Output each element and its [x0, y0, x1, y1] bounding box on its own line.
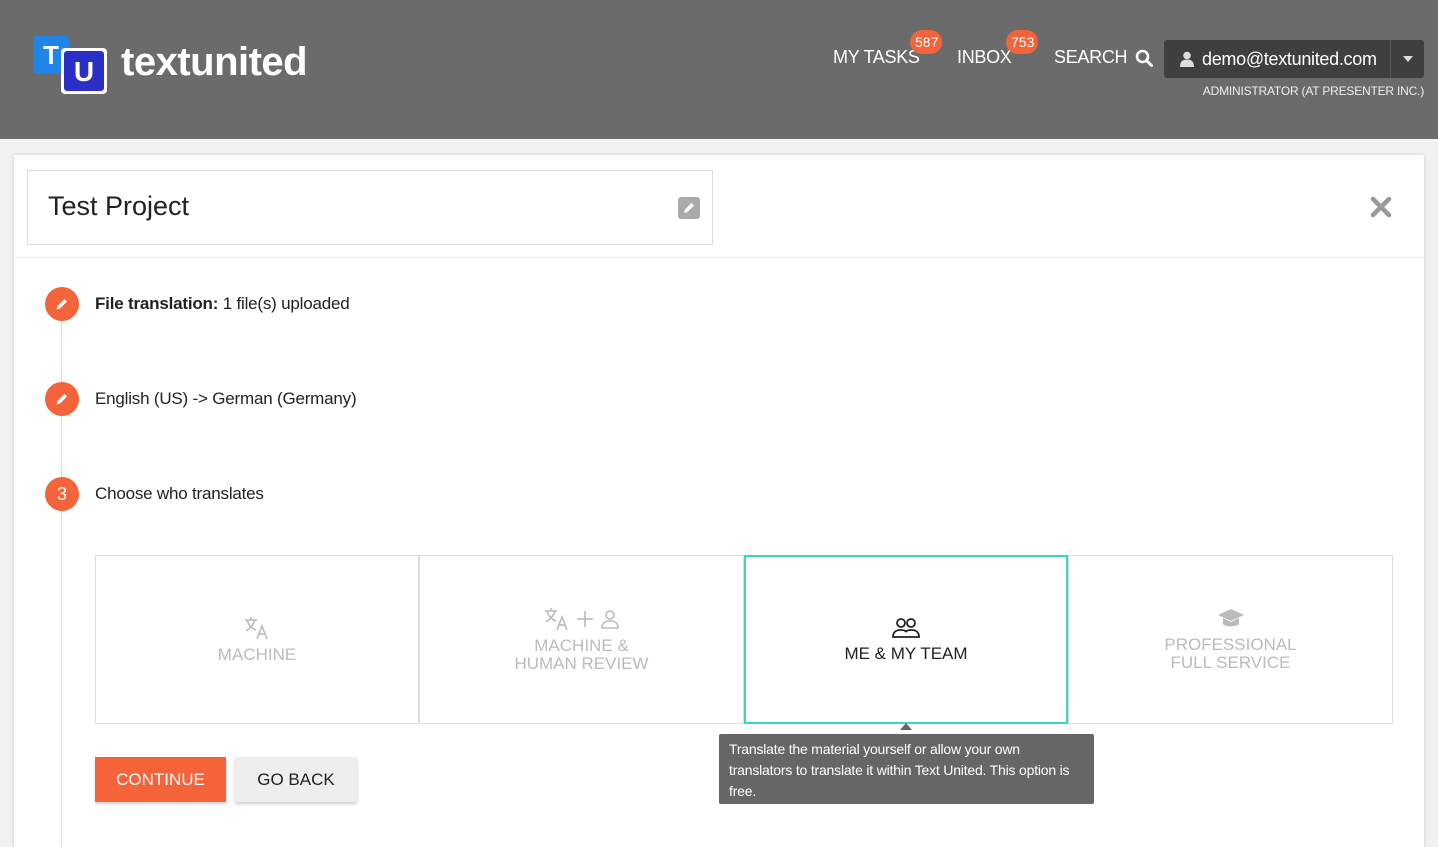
search-label: SEARCH [1054, 47, 1128, 67]
project-title: Test Project [48, 191, 190, 221]
option-professional-full-service[interactable]: PROFESSIONAL FULL SERVICE [1068, 555, 1393, 724]
step-1-pencil-icon[interactable] [45, 287, 79, 321]
continue-button[interactable]: CONTINUE [95, 757, 226, 802]
option-machine-label: MACHINE [217, 644, 297, 664]
team-icon [891, 617, 921, 639]
option-mhr-line1: MACHINE & [534, 635, 629, 655]
option-machine-human-review[interactable]: MACHINE & HUMAN REVIEW [419, 555, 744, 724]
option-pfs-line1: PROFESSIONAL [1164, 634, 1297, 654]
nav-search[interactable]: SEARCH [1054, 47, 1154, 68]
option-me-my-team-label: ME & MY TEAM [844, 643, 968, 663]
step-3-label: Choose who translates [95, 484, 264, 503]
nav-my-tasks[interactable]: MY TASKS [833, 47, 920, 68]
project-wizard-card: Test Project File translation: 1 file(s)… [14, 155, 1424, 847]
logo-u: U [64, 51, 104, 91]
go-back-button[interactable]: GO BACK [235, 757, 357, 802]
search-icon [1135, 49, 1154, 67]
step-2-label: English (US) -> German (Germany) [95, 389, 357, 408]
step-2-pencil-icon[interactable] [45, 382, 79, 416]
chevron-down-icon[interactable] [1390, 40, 1424, 78]
tasks-count-badge: 587 [910, 30, 942, 54]
option-tooltip: Translate the material yourself or allow… [719, 734, 1094, 804]
graduation-cap-icon [1217, 608, 1245, 630]
option-pfs-line2: FULL SERVICE [1170, 652, 1291, 672]
translate-plus-person-icon [544, 607, 620, 631]
user-role: ADMINISTRATOR (AT PRESENTER INC.) [1202, 84, 1424, 98]
translate-icon [244, 616, 270, 640]
option-me-my-team[interactable]: ME & MY TEAM [744, 555, 1068, 724]
step-1-label: 1 file(s) uploaded [218, 294, 350, 313]
top-header: T U textunited MY TASKS 587 INBOX 753 SE… [0, 0, 1438, 139]
brand-name[interactable]: textunited [121, 40, 308, 85]
translator-options: MACHINE MACHINE & HUMAN REVIEW ME & MY T… [95, 555, 1393, 724]
nav-inbox[interactable]: INBOX [957, 47, 1012, 68]
inbox-count-badge: 753 [1006, 30, 1038, 54]
option-mhr-line2: HUMAN REVIEW [514, 653, 649, 673]
textunited-logo[interactable]: T U [33, 36, 113, 96]
step-1-text: File translation: 1 file(s) uploaded [95, 294, 350, 314]
project-title-box: Test Project [27, 170, 713, 245]
tooltip-arrow [900, 723, 912, 730]
option-machine[interactable]: MACHINE [95, 555, 419, 724]
user-icon [1180, 51, 1194, 67]
close-icon[interactable] [1369, 195, 1393, 219]
user-email: demo@textunited.com [1202, 48, 1377, 69]
step-3-number: 3 [45, 477, 79, 511]
edit-icon[interactable] [678, 197, 700, 219]
step-1-label-bold: File translation: [95, 294, 219, 313]
user-menu-button[interactable]: demo@textunited.com [1164, 40, 1424, 78]
header-divider [14, 257, 1424, 258]
